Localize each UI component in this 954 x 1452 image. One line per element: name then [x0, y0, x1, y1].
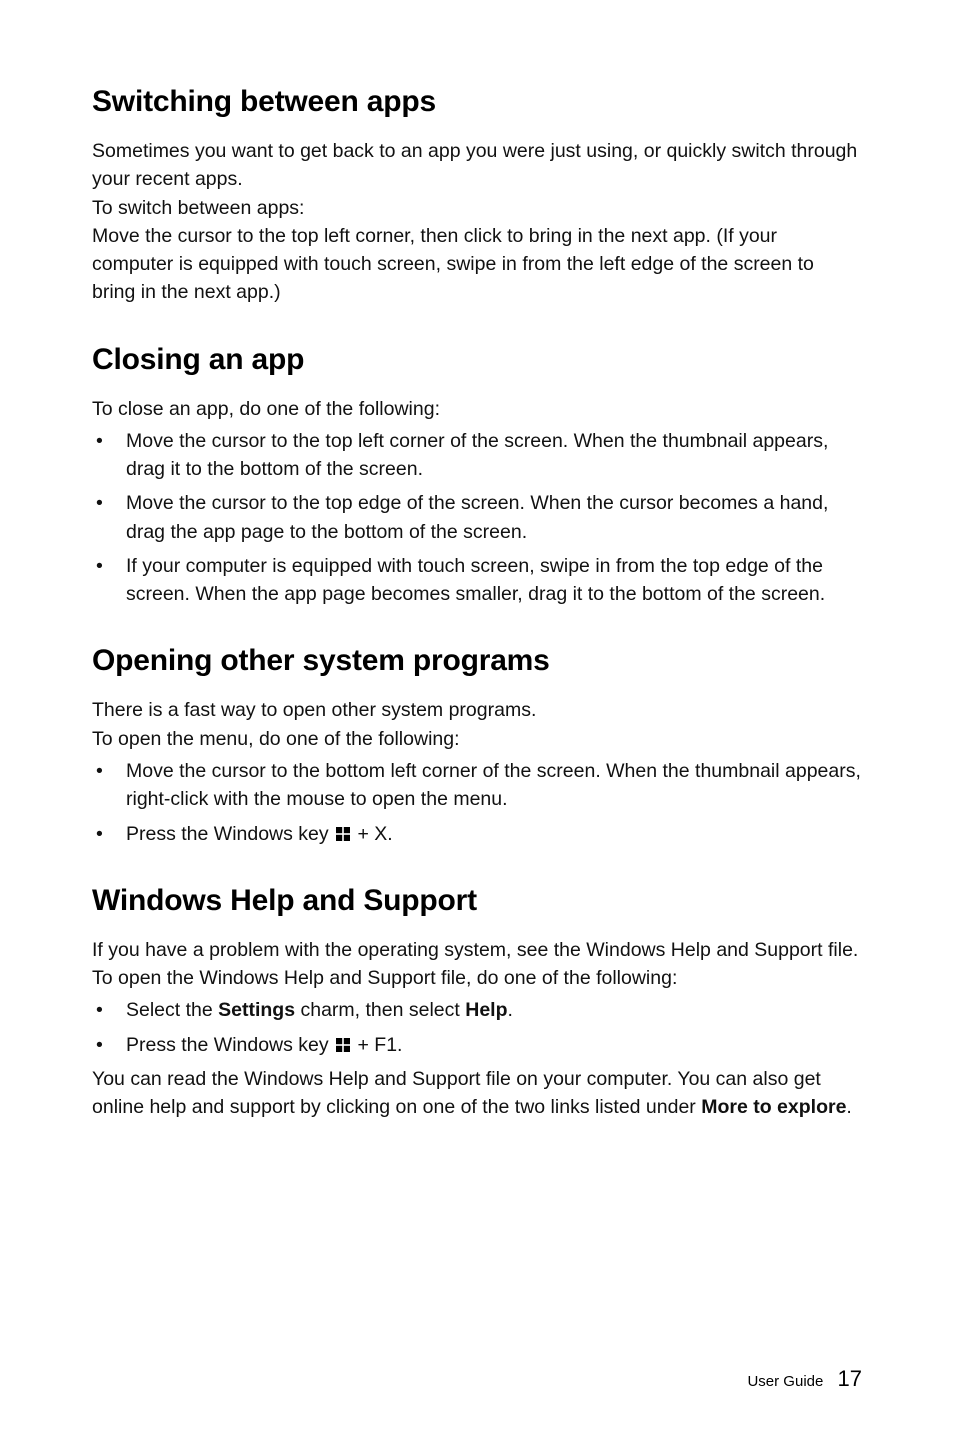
- help-p2-bold: More to explore: [701, 1096, 846, 1118]
- windows-logo-icon: [336, 827, 350, 841]
- opening-bullet-2-pre: Press the Windows key: [126, 823, 334, 845]
- opening-bullet-list: Move the cursor to the bottom left corne…: [92, 757, 862, 848]
- help-bullet-1-bold-help: Help: [465, 999, 507, 1021]
- closing-bullet-3: If your computer is equipped with touch …: [92, 552, 862, 609]
- help-bullet-2-pre: Press the Windows key: [126, 1034, 334, 1056]
- opening-paragraph-1: There is a fast way to open other system…: [92, 696, 862, 724]
- heading-opening: Opening other system programs: [92, 644, 862, 678]
- switching-paragraph-3: Move the cursor to the top left corner, …: [92, 222, 862, 307]
- help-bullet-1-post: .: [508, 999, 513, 1021]
- closing-intro: To close an app, do one of the following…: [92, 395, 862, 423]
- heading-switching: Switching between apps: [92, 85, 862, 119]
- closing-bullet-1: Move the cursor to the top left corner o…: [92, 427, 862, 484]
- help-p2-post: .: [846, 1096, 851, 1118]
- opening-bullet-2: Press the Windows key + X.: [92, 820, 862, 848]
- section-switching-apps: Switching between apps Sometimes you wan…: [92, 85, 862, 307]
- section-opening-programs: Opening other system programs There is a…: [92, 644, 862, 847]
- help-bullet-2-post: + F1.: [352, 1034, 402, 1056]
- footer: User Guide 17: [747, 1366, 862, 1392]
- section-help-support: Windows Help and Support If you have a p…: [92, 884, 862, 1122]
- footer-label: User Guide: [747, 1373, 823, 1390]
- switching-paragraph-1: Sometimes you want to get back to an app…: [92, 137, 862, 194]
- footer-page-number: 17: [838, 1366, 862, 1391]
- section-closing-app: Closing an app To close an app, do one o…: [92, 343, 862, 609]
- help-paragraph-2: You can read the Windows Help and Suppor…: [92, 1065, 862, 1122]
- help-bullet-1: Select the Settings charm, then select H…: [92, 996, 862, 1024]
- help-paragraph-1: If you have a problem with the operating…: [92, 936, 862, 993]
- heading-help: Windows Help and Support: [92, 884, 862, 918]
- closing-bullet-list: Move the cursor to the top left corner o…: [92, 427, 862, 609]
- windows-logo-icon: [336, 1038, 350, 1052]
- help-bullet-1-mid: charm, then select: [295, 999, 465, 1021]
- switching-paragraph-2: To switch between apps:: [92, 194, 862, 222]
- heading-closing: Closing an app: [92, 343, 862, 377]
- help-bullet-1-bold-settings: Settings: [218, 999, 295, 1021]
- help-bullet-2: Press the Windows key + F1.: [92, 1031, 862, 1059]
- opening-paragraph-2: To open the menu, do one of the followin…: [92, 725, 862, 753]
- opening-bullet-1: Move the cursor to the bottom left corne…: [92, 757, 862, 814]
- opening-bullet-2-post: + X.: [352, 823, 393, 845]
- help-bullet-1-pre: Select the: [126, 999, 218, 1021]
- help-bullet-list: Select the Settings charm, then select H…: [92, 996, 862, 1059]
- closing-bullet-2: Move the cursor to the top edge of the s…: [92, 489, 862, 546]
